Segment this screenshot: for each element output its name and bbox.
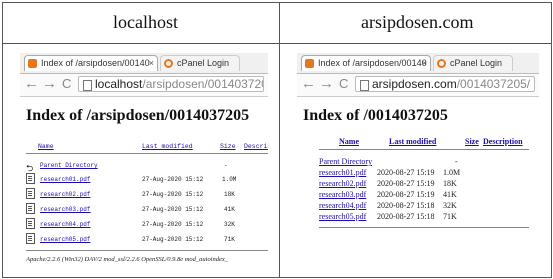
left-tab-index[interactable]: Index of /arsipdosen/00140 × [24,55,158,71]
comparison-frame: localhost arsipdosen.com Index of /arsip… [2,2,552,278]
file-modified: 27-Aug-2020 15:12 [142,236,204,243]
left-page-heading: Index of /arsipdosen/0014037205 [26,107,250,124]
reload-icon[interactable]: C [339,76,348,91]
file-size: 32K [224,221,235,228]
file-size: 41K [224,206,235,213]
right-url-field[interactable]: arsipdosen.com/0014037205/ [355,76,535,92]
left-browser-window: Index of /arsipdosen/00140 × cPanel Logi… [20,53,268,273]
file-link[interactable]: research05.pdf [40,236,90,243]
left-parent-row: ⮌ Parent Directory - [26,159,268,173]
file-modified: 2020-08-27 15:19 [377,168,435,177]
file-link[interactable]: research01.pdf [319,168,366,177]
description-column-header[interactable]: Description [244,143,268,150]
file-modified: 27-Aug-2020 15:12 [142,176,204,183]
parent-size: - [224,162,228,169]
right-browser-window: Index of /arsipdosen/00140 × cPanel Logi… [297,53,539,243]
url-path: /arsipdosen/0014037205/ [142,77,263,91]
file-modified: 2020-08-27 15:18 [377,212,435,221]
file-link[interactable]: research02.pdf [40,191,90,198]
right-tab-cpanel[interactable]: cPanel Login [433,55,513,71]
tab-label: Index of /arsipdosen/00140 [41,58,150,68]
file-size: 18K [224,191,235,198]
page-icon [360,80,369,91]
file-size: 1.0M [443,168,461,177]
file-link[interactable]: research01.pdf [40,176,90,183]
right-address-bar: ← → C arsipdosen.com/0014037205/ [297,74,539,97]
name-column-header[interactable]: Name [339,137,359,146]
parent-directory-link[interactable]: Parent Directory [40,162,98,169]
file-size: 18K [443,179,457,188]
file-size: 1.0M [222,176,237,183]
parent-directory-link[interactable]: Parent Directory [319,157,372,166]
size-column-header[interactable]: Size [465,137,479,146]
right-footer-rule [319,227,529,228]
right-page-heading: Index of /0014037205 [303,107,448,124]
back-arrow-icon[interactable]: ← [301,75,316,92]
table-row: research01.pdf 27-Aug-2020 15:12 1.0M [26,173,268,185]
name-column-header[interactable]: Name [38,143,54,150]
url-host: arsipdosen.com [372,77,457,91]
left-header-rule [26,153,268,154]
tab-label: Index of /arsipdosen/00140 [318,58,427,68]
tab-label: cPanel Login [450,58,503,68]
favicon-icon [305,59,314,68]
file-modified: 2020-08-27 15:19 [377,179,435,188]
left-tab-cpanel[interactable]: cPanel Login [160,55,240,71]
file-size: 71K [443,212,457,221]
file-icon [26,173,35,184]
file-icon [26,203,35,214]
favicon-icon [28,59,37,68]
table-row: research04.pdf 27-Aug-2020 15:12 32K [26,218,268,230]
file-modified: 2020-08-27 15:19 [377,190,435,199]
file-link[interactable]: research03.pdf [319,190,366,199]
file-modified: 27-Aug-2020 15:12 [142,191,204,198]
table-row: research03.pdf 27-Aug-2020 15:12 41K [26,203,268,215]
url-host: localhost [95,77,143,91]
description-column-header[interactable]: Description [483,137,523,146]
file-link[interactable]: research05.pdf [319,212,366,221]
left-column-title: localhost [113,12,178,32]
size-column-header[interactable]: Size [220,143,236,150]
right-column-title: arsipdosen.com [361,12,474,32]
file-modified: 2020-08-27 15:18 [377,201,435,210]
file-size: 32K [443,201,457,210]
file-icon [26,188,35,199]
page-icon [83,80,92,91]
close-tab-icon[interactable]: × [149,58,154,68]
file-link[interactable]: research02.pdf [319,179,366,188]
file-size: 41K [443,190,457,199]
forward-arrow-icon[interactable]: → [42,75,57,92]
tab-label: cPanel Login [177,58,230,68]
left-address-bar: ← → C localhost/arsipdosen/0014037205/ [20,74,268,97]
modified-column-header[interactable]: Last modified [142,143,193,150]
right-tab-index[interactable]: Index of /arsipdosen/00140 × [301,55,431,71]
back-arrow-icon[interactable]: ← [24,75,39,92]
file-size: 71K [224,236,235,243]
cpanel-icon [164,59,173,68]
left-footer-rule [26,250,268,251]
file-modified: 27-Aug-2020 15:12 [142,206,204,213]
file-icon [26,233,35,244]
url-path: /0014037205/ [456,77,531,91]
file-icon [26,218,35,229]
modified-column-header[interactable]: Last modified [389,137,436,146]
right-tab-strip: Index of /arsipdosen/00140 × cPanel Logi… [297,53,539,74]
file-link[interactable]: research04.pdf [40,221,90,228]
header-divider [3,43,551,44]
file-link[interactable]: research03.pdf [40,206,90,213]
right-header-rule [319,149,529,150]
server-signature: Apache/2.2.6 (Win32) DAV/2 mod_ssl/2.2.6… [26,256,229,263]
table-row: research05.pdf 27-Aug-2020 15:12 71K [26,233,268,245]
reload-icon[interactable]: C [62,76,71,91]
forward-arrow-icon[interactable]: → [319,75,334,92]
file-modified: 27-Aug-2020 15:12 [142,221,204,228]
left-tab-strip: Index of /arsipdosen/00140 × cPanel Logi… [20,53,268,74]
cpanel-icon [437,59,446,68]
column-divider [279,3,280,277]
parent-size: - [455,157,458,166]
close-tab-icon[interactable]: × [422,58,427,68]
left-url-field[interactable]: localhost/arsipdosen/0014037205/ [78,76,264,92]
file-link[interactable]: research04.pdf [319,201,366,210]
table-row: research02.pdf 27-Aug-2020 15:12 18K [26,188,268,200]
